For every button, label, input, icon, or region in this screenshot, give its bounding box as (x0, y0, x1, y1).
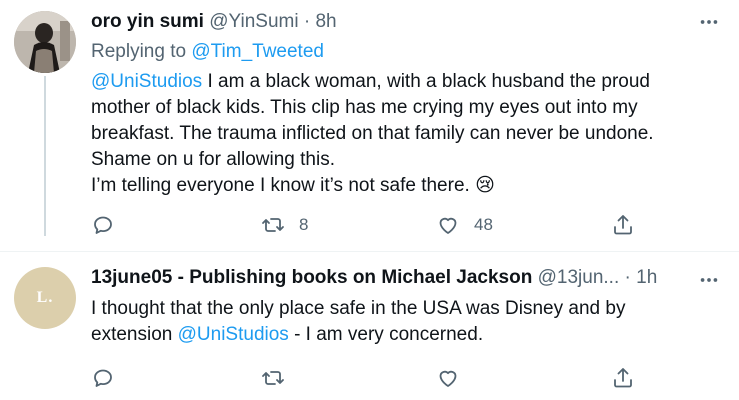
more-options-button[interactable] (697, 268, 721, 292)
thread-line (44, 76, 46, 236)
replying-to-handle[interactable]: @Tim_Tweeted (191, 41, 324, 62)
tweet[interactable]: oro yin sumi @YinSumi · 8h Replying to @… (0, 0, 739, 252)
separator: · (303, 11, 311, 32)
more-horizontal-icon (700, 20, 718, 24)
retweet-count: 8 (299, 215, 309, 234)
tweet-text: @UniStudios I am a black woman, with a b… (91, 69, 711, 199)
like-button[interactable] (436, 363, 460, 393)
more-horizontal-icon (700, 278, 718, 282)
retweet-button[interactable] (261, 363, 285, 393)
heart-icon (439, 217, 457, 234)
user-handle[interactable]: @YinSumi (209, 11, 298, 32)
mention-link[interactable]: @UniStudios (91, 71, 202, 92)
like-button[interactable]: 48 (436, 210, 493, 240)
display-name[interactable]: oro yin sumi (91, 11, 204, 32)
user-handle[interactable]: @13jun... (538, 267, 620, 288)
display-name[interactable]: 13june05 - Publishing books on Michael J… (91, 267, 532, 288)
share-button[interactable] (611, 210, 635, 240)
tweet-text-tail: - I am very concerned. (288, 324, 484, 345)
action-bar (91, 363, 639, 393)
avatar[interactable] (14, 11, 76, 73)
tweet-divider (0, 251, 739, 252)
replying-to: Replying to @Tim_Tweeted (91, 40, 324, 64)
avatar-photo (14, 11, 76, 73)
tweet-text: I thought that the only place safe in th… (91, 296, 711, 348)
more-options-button[interactable] (697, 10, 721, 34)
avatar-logo: L. (36, 289, 54, 306)
retweet-icon (262, 218, 284, 232)
like-count: 48 (474, 215, 493, 234)
mention-link[interactable]: @UniStudios (178, 324, 289, 345)
tweet-header: oro yin sumi @YinSumi · 8h (91, 10, 337, 34)
separator: · (624, 267, 631, 288)
reply-icon (94, 369, 112, 387)
retweet-button[interactable]: 8 (261, 210, 308, 240)
timestamp[interactable]: 1h (636, 267, 657, 288)
tweet-header: 13june05 - Publishing books on Michael J… (91, 266, 657, 290)
share-icon (614, 215, 632, 235)
share-button[interactable] (611, 363, 635, 393)
reply-button[interactable] (91, 210, 115, 240)
timestamp[interactable]: 8h (315, 11, 336, 32)
avatar[interactable]: L. (14, 267, 76, 329)
reply-button[interactable] (91, 363, 115, 393)
reply-icon (94, 216, 112, 234)
tweet-text-line: I’m telling everyone I know it’s not saf… (91, 175, 495, 196)
share-icon (614, 368, 632, 388)
heart-icon (439, 370, 457, 387)
retweet-icon (262, 371, 284, 385)
action-bar: 8 48 (91, 210, 639, 240)
replying-to-label: Replying to (91, 41, 192, 62)
